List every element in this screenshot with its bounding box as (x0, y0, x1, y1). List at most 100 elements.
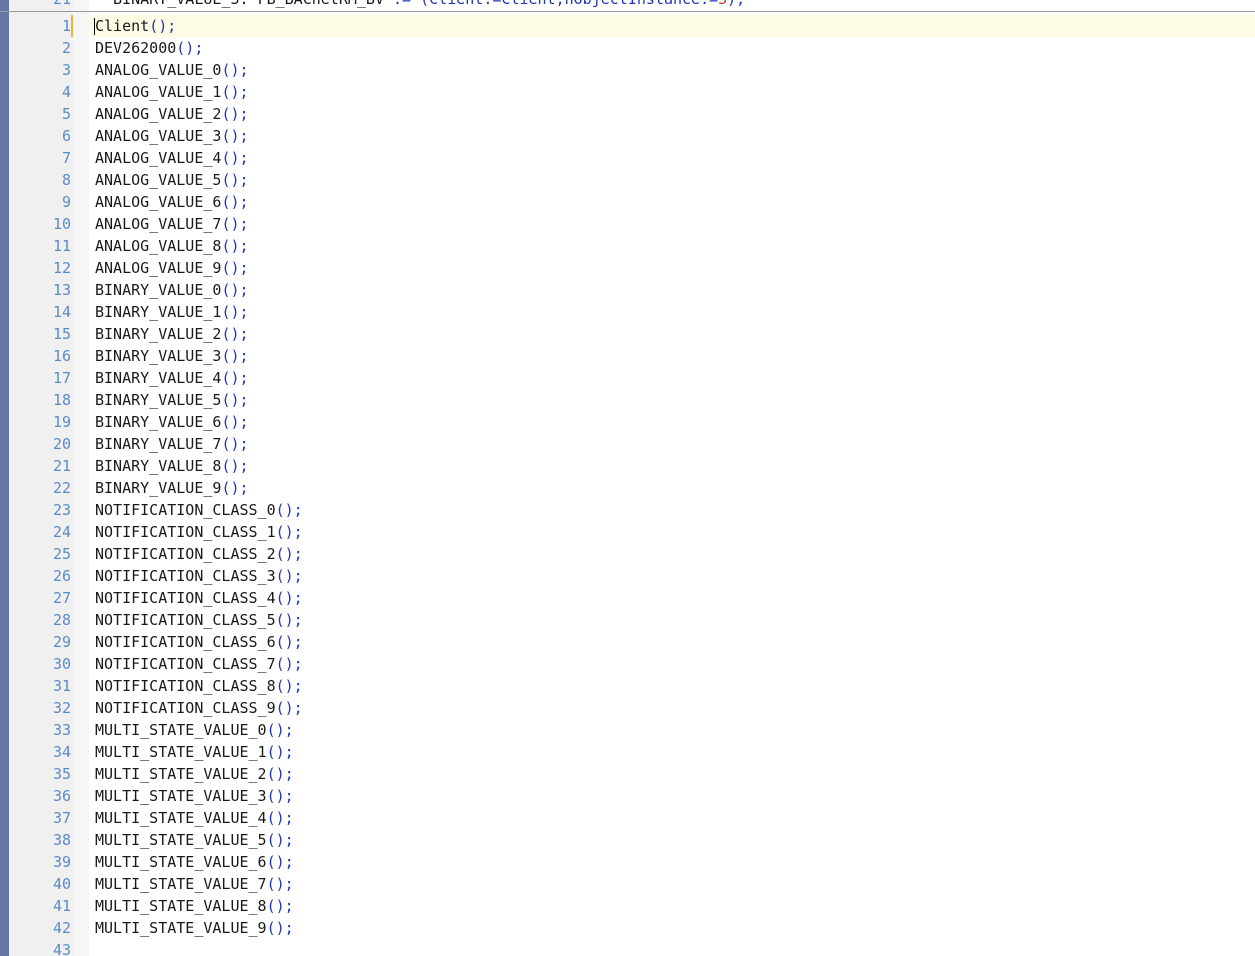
line-number: 13 (52, 281, 71, 299)
line-number: 42 (52, 919, 71, 937)
code-line[interactable]: 38 MULTI_STATE_VALUE_5(); (0, 829, 1255, 851)
code-line[interactable]: 8 ANALOG_VALUE_5(); (0, 169, 1255, 191)
code-line-text: NOTIFICATION_CLASS_9(); (95, 697, 303, 719)
code-line[interactable]: 9 ANALOG_VALUE_6(); (0, 191, 1255, 213)
code-line[interactable]: 6 ANALOG_VALUE_3(); (0, 125, 1255, 147)
code-line[interactable]: 17 BINARY_VALUE_4(); (0, 367, 1255, 389)
code-line[interactable]: 4 ANALOG_VALUE_1(); (0, 81, 1255, 103)
line-number: 22 (52, 479, 71, 497)
code-line[interactable]: 40 MULTI_STATE_VALUE_7(); (0, 873, 1255, 895)
code-line[interactable]: 33 MULTI_STATE_VALUE_0(); (0, 719, 1255, 741)
code-line-text: MULTI_STATE_VALUE_3(); (95, 785, 294, 807)
code-line[interactable]: 41 MULTI_STATE_VALUE_8(); (0, 895, 1255, 917)
code-line[interactable]: 13 BINARY_VALUE_0(); (0, 279, 1255, 301)
code-line[interactable]: 39 MULTI_STATE_VALUE_6(); (0, 851, 1255, 873)
code-line-text: NOTIFICATION_CLASS_0(); (95, 499, 303, 521)
code-line[interactable]: 20 BINARY_VALUE_7(); (0, 433, 1255, 455)
code-line[interactable]: 30 NOTIFICATION_CLASS_7(); (0, 653, 1255, 675)
identifier: BINARY_VALUE_9 (95, 479, 222, 497)
identifier: MULTI_STATE_VALUE_4 (95, 809, 267, 827)
identifier: MULTI_STATE_VALUE_2 (95, 765, 267, 783)
identifier: ANALOG_VALUE_9 (95, 259, 222, 277)
call-parentheses: (); (275, 523, 303, 541)
code-line[interactable]: 19 BINARY_VALUE_6(); (0, 411, 1255, 433)
line-number: 35 (52, 765, 71, 783)
line-number: 14 (52, 303, 71, 321)
code-line[interactable]: 2 DEV262000(); (0, 37, 1255, 59)
code-line[interactable]: 32 NOTIFICATION_CLASS_9(); (0, 697, 1255, 719)
code-line[interactable]: 14 BINARY_VALUE_1(); (0, 301, 1255, 323)
code-line[interactable]: 18 BINARY_VALUE_5(); (0, 389, 1255, 411)
line-number: 19 (52, 413, 71, 431)
code-line-text: NOTIFICATION_CLASS_8(); (95, 675, 303, 697)
line-number: 4 (61, 83, 71, 101)
line-number: 12 (52, 259, 71, 277)
code-line-text: ANALOG_VALUE_6(); (95, 191, 249, 213)
code-line-text: ANALOG_VALUE_3(); (95, 125, 249, 147)
line-number: 30 (52, 655, 71, 673)
code-line[interactable]: 35 MULTI_STATE_VALUE_2(); (0, 763, 1255, 785)
code-line[interactable]: 24 NOTIFICATION_CLASS_1(); (0, 521, 1255, 543)
line-number: 27 (52, 589, 71, 607)
line-number: 26 (52, 567, 71, 585)
code-line-text: MULTI_STATE_VALUE_4(); (95, 807, 294, 829)
call-parentheses: (); (275, 611, 303, 629)
code-line[interactable]: 15 BINARY_VALUE_2(); (0, 323, 1255, 345)
line-number: 34 (52, 743, 71, 761)
call-parentheses: (); (266, 919, 294, 937)
code-line[interactable]: 43 (0, 939, 1255, 956)
call-parentheses: (); (221, 171, 249, 189)
call-parentheses: (); (221, 83, 249, 101)
line-number: 20 (52, 435, 71, 453)
line-number: 38 (52, 831, 71, 849)
code-line[interactable]: 16 BINARY_VALUE_3(); (0, 345, 1255, 367)
identifier: ANALOG_VALUE_3 (95, 127, 222, 145)
code-line[interactable]: 29 NOTIFICATION_CLASS_6(); (0, 631, 1255, 653)
code-lines[interactable]: 1 Client(); 2 DEV262000(); 3 ANALOG_VALUE_0()… (0, 15, 1255, 956)
code-line[interactable]: 25 NOTIFICATION_CLASS_2(); (0, 543, 1255, 565)
code-line[interactable]: 42 MULTI_STATE_VALUE_9(); (0, 917, 1255, 939)
code-line[interactable]: 21 BINARY_VALUE_8(); (0, 455, 1255, 477)
line-number: 10 (52, 215, 71, 233)
call-arguments: (Client:=Client,nObjectInstance:= (420, 0, 718, 8)
call-parentheses: (); (266, 853, 294, 871)
identifier: ANALOG_VALUE_4 (95, 149, 222, 167)
code-line[interactable]: 23 NOTIFICATION_CLASS_0(); (0, 499, 1255, 521)
code-line[interactable]: 31 NOTIFICATION_CLASS_8(); (0, 675, 1255, 697)
call-parentheses: (); (266, 721, 294, 739)
line-number: 40 (52, 875, 71, 893)
code-line[interactable]: 34 MULTI_STATE_VALUE_1(); (0, 741, 1255, 763)
line-number: 1 (61, 17, 71, 35)
line-number: 9 (61, 193, 71, 211)
line-number: 36 (52, 787, 71, 805)
identifier: BINARY_VALUE_7 (95, 435, 222, 453)
identifier: NOTIFICATION_CLASS_1 (95, 523, 276, 541)
code-line[interactable]: 12 ANALOG_VALUE_9(); (0, 257, 1255, 279)
code-line[interactable]: 26 NOTIFICATION_CLASS_3(); (0, 565, 1255, 587)
code-editor[interactable]: 21 BINARY_VALUE_3: FB_BACnetRM_BV := (Cl… (0, 0, 1255, 956)
identifier: ANALOG_VALUE_0 (95, 61, 222, 79)
split-view-top-pane[interactable]: 21 BINARY_VALUE_3: FB_BACnetRM_BV := (Cl… (0, 0, 1255, 12)
code-line[interactable]: 27 NOTIFICATION_CLASS_4(); (0, 587, 1255, 609)
code-line[interactable]: 1 Client(); (0, 15, 1255, 37)
identifier: NOTIFICATION_CLASS_6 (95, 633, 276, 651)
code-line[interactable]: 28 NOTIFICATION_CLASS_5(); (0, 609, 1255, 631)
identifier: MULTI_STATE_VALUE_1 (95, 743, 267, 761)
identifier: NOTIFICATION_CLASS_0 (95, 501, 276, 519)
identifier: MULTI_STATE_VALUE_5 (95, 831, 267, 849)
line-number: 39 (52, 853, 71, 871)
text-caret (94, 18, 95, 35)
code-line-text: BINARY_VALUE_9(); (95, 477, 249, 499)
code-line[interactable]: 3 ANALOG_VALUE_0(); (0, 59, 1255, 81)
code-line[interactable]: 10 ANALOG_VALUE_7(); (0, 213, 1255, 235)
call-parentheses: (); (221, 479, 249, 497)
code-line[interactable]: 7 ANALOG_VALUE_4(); (0, 147, 1255, 169)
call-parentheses: (); (221, 391, 249, 409)
code-line[interactable]: 11 ANALOG_VALUE_8(); (0, 235, 1255, 257)
code-line[interactable]: 22 BINARY_VALUE_9(); (0, 477, 1255, 499)
code-line[interactable]: 37 MULTI_STATE_VALUE_4(); (0, 807, 1255, 829)
code-line[interactable]: 36 MULTI_STATE_VALUE_3(); (0, 785, 1255, 807)
identifier: BINARY_VALUE_3 (95, 347, 222, 365)
call-parentheses: (); (221, 215, 249, 233)
code-line[interactable]: 5 ANALOG_VALUE_2(); (0, 103, 1255, 125)
